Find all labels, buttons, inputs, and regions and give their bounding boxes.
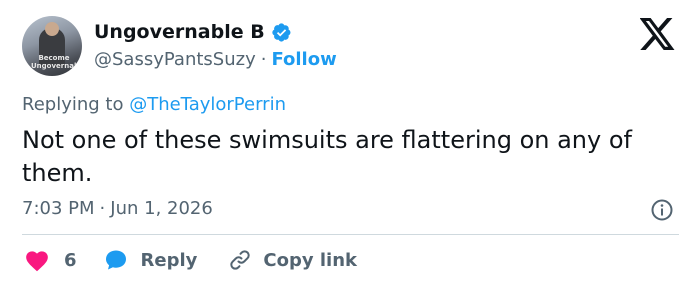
avatar[interactable]: Become Ungovernable: [22, 16, 82, 76]
display-name-text[interactable]: Ungovernable B: [94, 21, 265, 43]
replying-prefix: Replying to: [22, 94, 130, 115]
tweet-date[interactable]: Jun 1, 2026: [110, 198, 213, 219]
reply-button[interactable]: Reply: [103, 248, 198, 272]
timestamp[interactable]: 7:03 PM · Jun 1, 2026: [22, 198, 213, 219]
handle-row: @SassyPantsSuzy · Follow: [94, 49, 337, 70]
like-count: 6: [64, 249, 77, 271]
speech-bubble-icon: [105, 250, 126, 270]
divider: [22, 234, 679, 235]
copy-link-button[interactable]: Copy link: [227, 248, 357, 272]
timestamp-separator: ·: [99, 198, 106, 219]
verified-badge-icon: [272, 22, 291, 42]
copy-link-label: Copy link: [263, 249, 357, 271]
replying-to-link[interactable]: @TheTaylorPerrin: [129, 94, 286, 115]
avatar-head: [45, 22, 59, 36]
heart-icon: [26, 251, 48, 272]
tweet-time[interactable]: 7:03 PM: [22, 198, 95, 219]
author-handle[interactable]: @SassyPantsSuzy: [94, 49, 256, 70]
tweet-text: Not one of these swimsuits are flatterin…: [22, 126, 632, 187]
replying-to: Replying to @TheTaylorPerrin: [22, 94, 286, 115]
link-icon: [230, 250, 251, 270]
author-display-name[interactable]: Ungovernable B: [94, 21, 292, 43]
like-button[interactable]: 6: [24, 248, 77, 272]
avatar-shirt-text: Become Ungovernable: [31, 54, 82, 70]
reply-label: Reply: [140, 249, 198, 271]
action-bar: 6 Reply Copy link: [24, 246, 357, 274]
info-icon[interactable]: [650, 198, 674, 222]
x-logo-icon[interactable]: [640, 18, 676, 50]
separator-dot: ·: [260, 49, 267, 70]
follow-button[interactable]: Follow: [271, 49, 336, 70]
